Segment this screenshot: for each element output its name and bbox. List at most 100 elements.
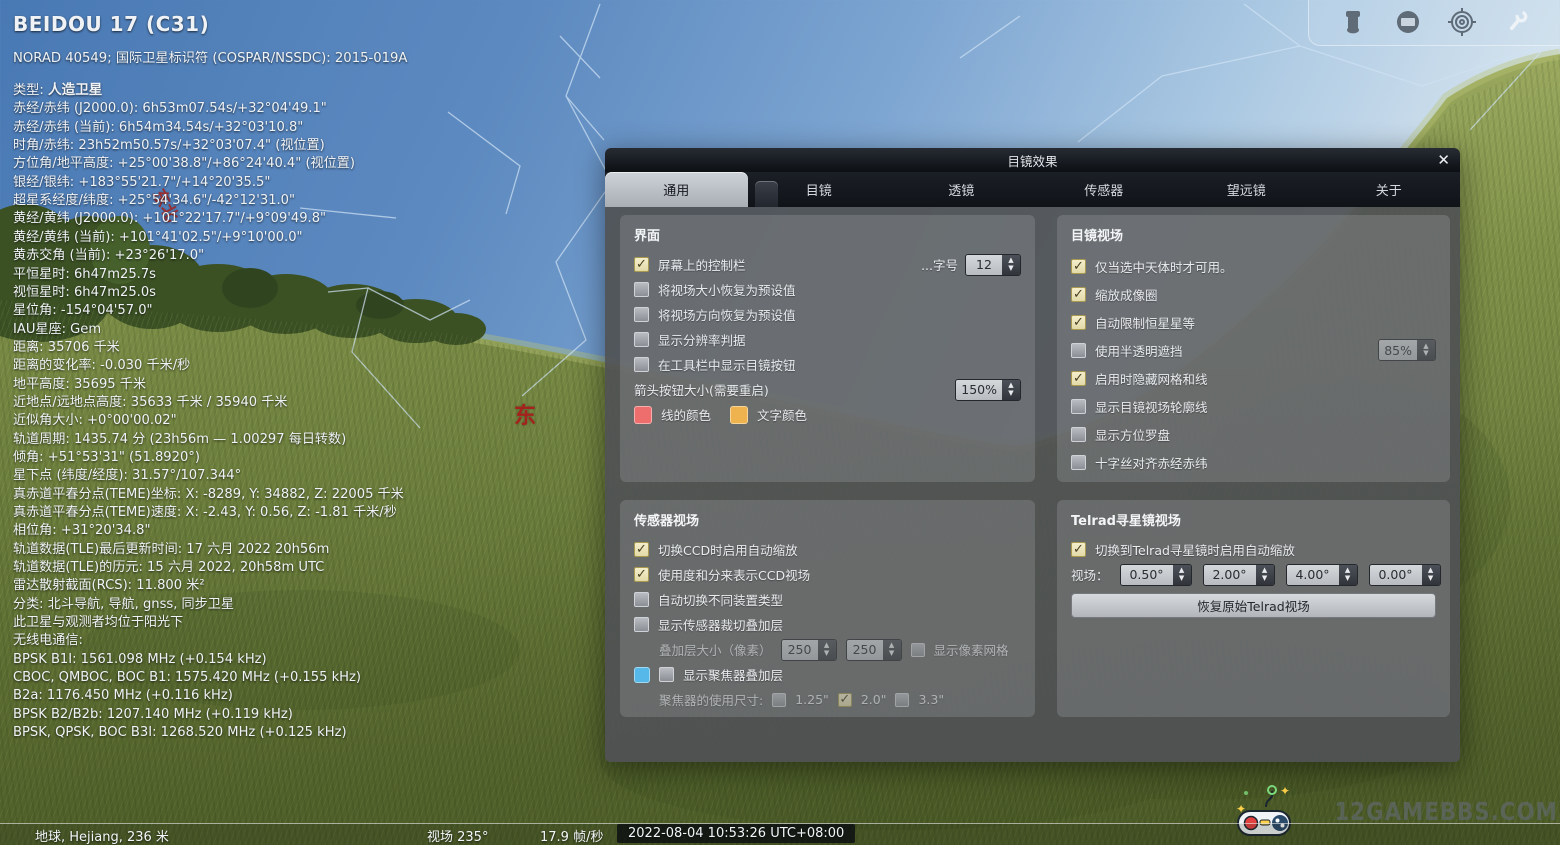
checkbox-require-selection[interactable] [1071, 259, 1086, 274]
object-catalog-line: NORAD 40549; 国际卫星标识符 (COSPAR/NSSDC): 201… [13, 47, 407, 66]
telrad-fov-spinbox-4[interactable]: 0.00° [1369, 564, 1441, 586]
row-require-selection: 仅当选中天体时才可用。 [1071, 253, 1436, 279]
checkbox-focuser-overlay[interactable] [659, 667, 674, 682]
checkbox-restore-fov-direction[interactable] [634, 307, 649, 322]
spin-value: 2.00° [1204, 565, 1256, 585]
telrad-fov-spinbox-3[interactable]: 4.00° [1286, 564, 1358, 586]
info-line: 轨道数据(TLE)的历元: 15 六月 2022, 20h58m UTC [13, 559, 407, 577]
checkbox-label: 切换CCD时启用自动缩放 [658, 540, 798, 559]
checkbox-align-crosshair[interactable] [1071, 455, 1086, 470]
checkbox-show-compass[interactable] [1071, 427, 1086, 442]
tab-5[interactable]: 望远镜 [1175, 172, 1318, 207]
checkbox-label: 自动切换不同装置类型 [658, 590, 783, 609]
checkbox-degrees-minutes[interactable] [634, 567, 649, 582]
oculars-toolbar [1308, 0, 1560, 46]
tab-3[interactable]: 透镜 [890, 172, 1033, 207]
checkbox-pixel-grid[interactable] [911, 643, 925, 657]
checkbox-show-contour[interactable] [1071, 399, 1086, 414]
tab-4[interactable]: 传感器 [1033, 172, 1176, 207]
crop-size-label: 叠加层大小（像素） [659, 640, 772, 659]
checkbox-label: 在工具栏中显示目镜按钮 [658, 355, 796, 374]
sensor-view-button[interactable] [1391, 5, 1425, 39]
ocular-icon [1338, 7, 1368, 37]
status-bar: 地球, Hejiang, 236 米 视场 235° 17.9 帧/秒 2022… [0, 823, 1560, 845]
checkbox-resolution-criterion[interactable] [634, 332, 649, 347]
row-show-ocular-button: 在工具栏中显示目镜按钮 [634, 353, 1021, 376]
close-icon[interactable]: ✕ [1437, 150, 1450, 170]
info-line: 无线电通信: [13, 632, 407, 650]
checkbox-focuser-125[interactable] [772, 693, 786, 707]
row-degrees-minutes: 使用度和分来表示CCD视场 [634, 563, 1021, 586]
info-line: 真赤道平春分点(TEME)坐标: X: -8289, Y: 34882, Z: … [13, 486, 407, 504]
spinner-arrows[interactable] [883, 640, 901, 660]
pixel-grid-label: 显示像素网格 [934, 640, 1009, 659]
watermark-text: 12GAMEBBS.COM [1335, 797, 1558, 826]
row-focuser-overlay: 显示聚焦器叠加层 [634, 663, 1021, 686]
checkbox-semi-transparent[interactable] [1071, 343, 1086, 358]
info-line: 赤经/赤纬 (J2000.0): 6h53m07.54s/+32°04'49.1… [13, 100, 407, 118]
checkbox-focuser-33[interactable] [895, 693, 909, 707]
transparency-spinbox[interactable]: 85% [1378, 339, 1436, 361]
ocular-view-button[interactable] [1336, 5, 1370, 39]
checkbox-show-ocular-button[interactable] [634, 357, 649, 372]
arrow-scale-spinbox[interactable]: 150% [955, 379, 1021, 401]
font-size-spinbox[interactable]: 12 [965, 254, 1021, 276]
checkbox-limit-magnitude[interactable] [1071, 315, 1086, 330]
row-restore-fov-size: 将视场大小恢复为预设值 [634, 278, 1021, 301]
checkbox-label: 将视场方向恢复为预设值 [658, 305, 796, 324]
ocular-settings-button[interactable] [1500, 5, 1534, 39]
row-resolution-criterion: 显示分辨率判据 [634, 328, 1021, 351]
spinner-arrows[interactable] [1173, 565, 1191, 585]
info-line: 距离的变化率: -0.030 千米/秒 [13, 357, 407, 375]
checkbox-autozoom-ccd[interactable] [634, 542, 649, 557]
telrad-view-button[interactable] [1445, 5, 1479, 39]
spinner-arrows[interactable] [1256, 565, 1274, 585]
line-color-swatch[interactable] [634, 406, 652, 424]
checkbox-hide-grids[interactable] [1071, 371, 1086, 386]
telrad-fov-spinbox-1[interactable]: 0.50° [1120, 564, 1192, 586]
spinner-arrows[interactable] [1422, 565, 1440, 585]
info-line: BPSK, QPSK, BOC B3I: 1268.520 MHz (+0.12… [13, 724, 407, 742]
crop-width-spinbox[interactable]: 250 [781, 639, 837, 661]
info-line: 超星系经度/纬度: +25°54'34.6"/-42°12'31.0" [13, 192, 407, 210]
dialog-titlebar[interactable]: 目镜效果 ✕ [605, 148, 1460, 172]
checkbox-show-crop[interactable] [634, 617, 649, 632]
crop-height-spinbox[interactable]: 250 [846, 639, 902, 661]
spin-value: 0.50° [1121, 565, 1173, 585]
telrad-fov-spinbox-2[interactable]: 2.00° [1203, 564, 1275, 586]
focuser-size-option: 2.0" [861, 692, 887, 707]
spinner-arrows[interactable] [1417, 340, 1435, 360]
object-type-label: 类型: [13, 83, 44, 98]
info-line: 黄赤交角 (当前): +23°26'17.0" [13, 247, 407, 265]
row-limit-magnitude: 自动限制恒星星等 [1071, 309, 1436, 335]
tab-2[interactable]: 目镜 [748, 172, 891, 207]
checkbox-autozoom-telrad[interactable] [1071, 542, 1086, 557]
row-align-crosshair: 十字丝对齐赤经赤纬 [1071, 449, 1436, 475]
checkbox-label: 仅当选中天体时才可用。 [1095, 257, 1233, 276]
checkbox-auto-switch[interactable] [634, 592, 649, 607]
checkbox-scale-image-circle[interactable] [1071, 287, 1086, 302]
info-line: 轨道周期: 1435.74 分 (23h56m — 1.00297 每日转数) [13, 431, 407, 449]
spin-value: 0.00° [1370, 565, 1422, 585]
arrow-scale-label: 箭头按钮大小(需要重启) [634, 380, 769, 399]
spinner-arrows[interactable] [1002, 255, 1020, 275]
spinner-arrows[interactable] [1002, 380, 1020, 400]
restore-telrad-button[interactable]: 恢复原始Telrad视场 [1071, 593, 1436, 618]
checkbox-restore-fov-size[interactable] [634, 282, 649, 297]
spinner-arrows[interactable] [818, 640, 836, 660]
row-show-compass: 显示方位罗盘 [1071, 421, 1436, 447]
tab-1[interactable]: 通用 [605, 172, 748, 207]
focuser-color-swatch[interactable] [634, 667, 650, 683]
text-color-swatch[interactable] [730, 406, 748, 424]
info-line: 星位角: -154°04'57.0" [13, 302, 407, 320]
info-line: 银经/银纬: +183°55'21.7"/+14°20'35.5" [13, 174, 407, 192]
row-autozoom-ccd: 切换CCD时启用自动缩放 [634, 538, 1021, 561]
spinner-arrows[interactable] [1339, 565, 1357, 585]
checkbox-onscreen-control[interactable] [634, 257, 649, 272]
row-onscreen-control: 屏幕上的控制栏 ...字号 12 [634, 253, 1021, 276]
info-line: 近地点/远地点高度: 35633 千米 / 35940 千米 [13, 394, 407, 412]
group-interface: 界面 屏幕上的控制栏 ...字号 12 将视场大小恢复为预设值 将视场方向恢复 [620, 215, 1035, 482]
tab-6[interactable]: 关于 [1318, 172, 1461, 207]
checkbox-focuser-20[interactable] [838, 693, 852, 707]
info-line: BPSK B2/B2b: 1207.140 MHz (+0.119 kHz) [13, 706, 407, 724]
